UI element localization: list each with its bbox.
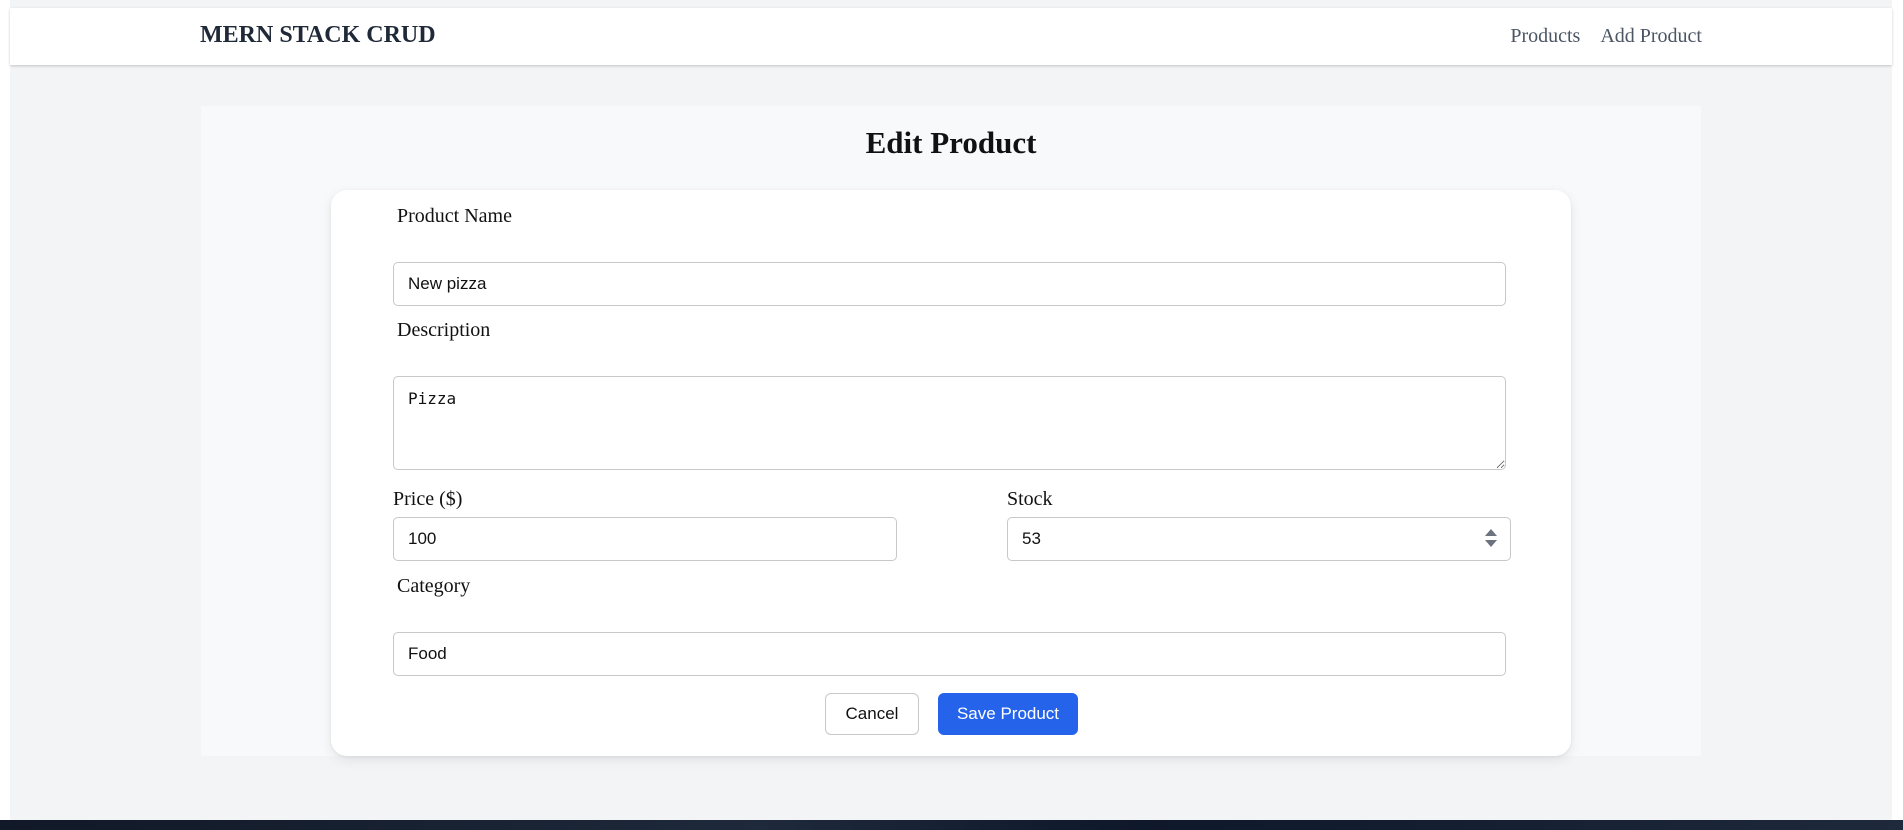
cancel-button[interactable]: Cancel	[825, 693, 919, 735]
navbar: MERN STACK CRUD Products Add Product	[10, 8, 1892, 65]
edit-product-page: Edit Product Product Name Description Pi…	[201, 106, 1701, 756]
nav-link-add-product[interactable]: Add Product	[1600, 23, 1702, 49]
nav-links: Products Add Product	[1510, 23, 1702, 49]
chevron-down-icon[interactable]	[1485, 540, 1497, 547]
product-name-label: Product Name	[397, 205, 512, 227]
stock-field	[1007, 517, 1511, 561]
brand-logo[interactable]: MERN STACK CRUD	[200, 21, 436, 49]
chevron-up-icon[interactable]	[1485, 529, 1497, 536]
product-name-input[interactable]	[393, 262, 1506, 306]
stock-input[interactable]	[1007, 517, 1511, 561]
page-title: Edit Product	[865, 125, 1037, 160]
edit-product-form: Product Name Description Pizza Price ($)…	[331, 190, 1571, 756]
stock-label: Stock	[1007, 488, 1053, 510]
taskbar-strip	[0, 820, 1903, 830]
price-input[interactable]	[393, 517, 897, 561]
description-label: Description	[397, 319, 491, 341]
app-root: MERN STACK CRUD Products Add Product Edi…	[10, 0, 1892, 820]
category-input[interactable]	[393, 632, 1506, 676]
price-label: Price ($)	[393, 488, 463, 510]
category-label: Category	[397, 575, 471, 597]
stock-stepper[interactable]	[1485, 529, 1497, 549]
save-product-button[interactable]: Save Product	[938, 693, 1078, 735]
nav-link-products[interactable]: Products	[1510, 23, 1580, 49]
description-textarea[interactable]: Pizza	[393, 376, 1506, 470]
